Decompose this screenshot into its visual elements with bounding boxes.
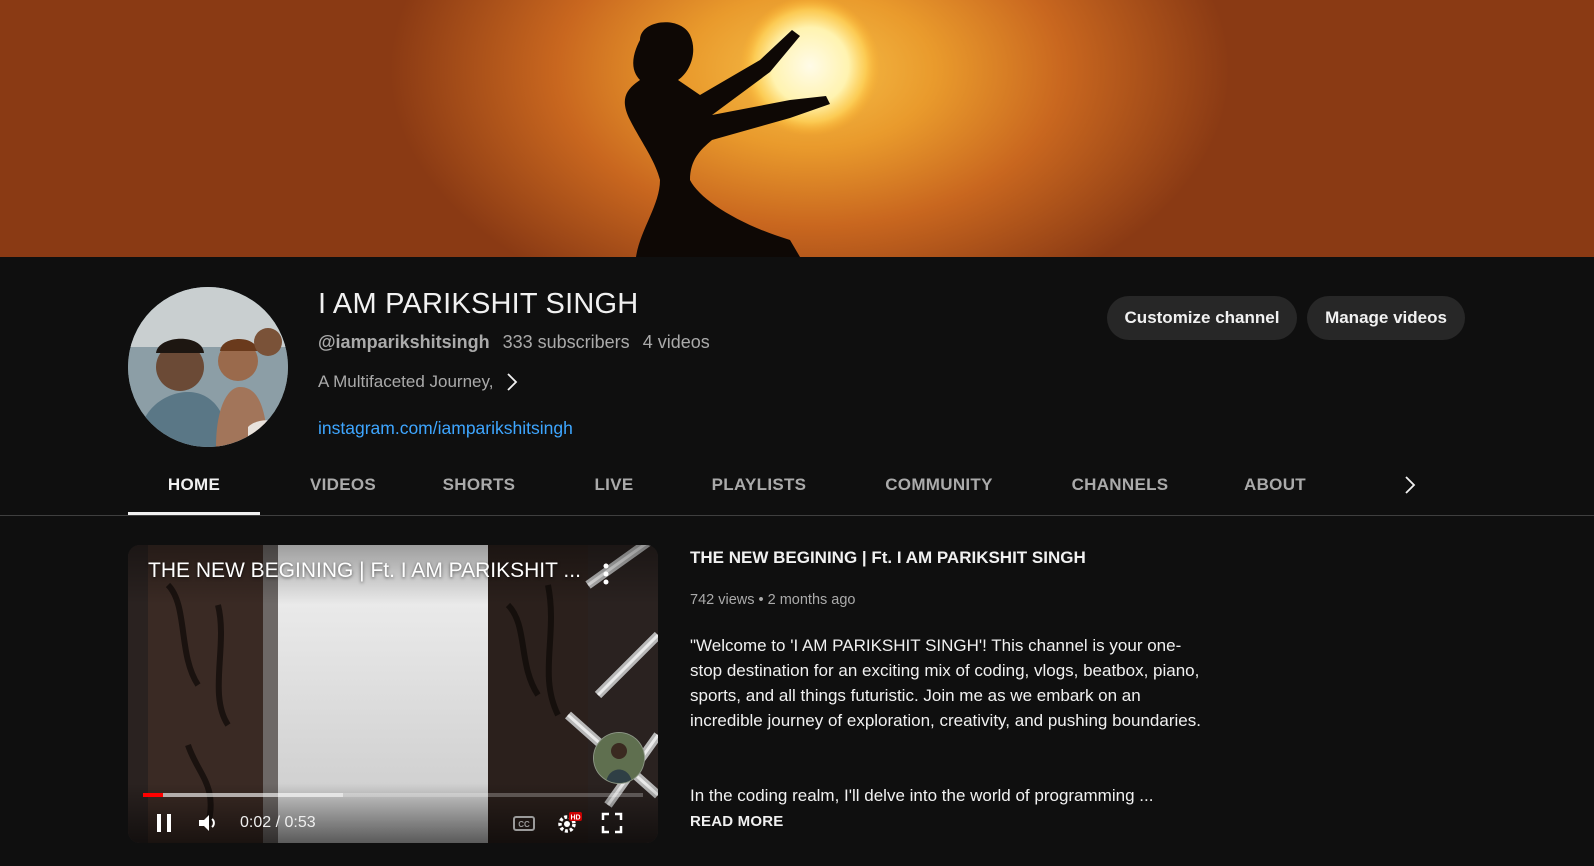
channel-handle: @iamparikshitsingh xyxy=(318,332,490,352)
tab-about[interactable]: ABOUT xyxy=(1220,455,1330,515)
video-count: 4 videos xyxy=(642,332,710,352)
customize-channel-button[interactable]: Customize channel xyxy=(1107,296,1297,340)
tagline-text: A Multifaceted Journey, xyxy=(318,372,494,391)
cc-label: CC xyxy=(518,820,530,829)
subscriber-count: 333 subscribers xyxy=(502,332,630,352)
hd-badge: HD xyxy=(570,815,580,822)
featured-video-title[interactable]: THE NEW BEGINING | Ft. I AM PARIKSHIT SI… xyxy=(690,548,1086,568)
fullscreen-icon[interactable] xyxy=(598,809,626,837)
volume-icon[interactable] xyxy=(194,809,222,837)
featured-video-player[interactable]: THE NEW BEGINING | Ft. I AM PARIKSHIT ..… xyxy=(128,545,658,843)
featured-video-stats: 742 views • 2 months ago xyxy=(690,592,856,608)
tab-live[interactable]: LIVE xyxy=(564,455,664,515)
channel-tagline[interactable]: A Multifaceted Journey, xyxy=(318,372,519,392)
player-controls: 0:02 / 0:53 CC HD xyxy=(128,803,658,843)
channel-link[interactable]: instagram.com/iamparikshitsingh xyxy=(318,418,573,439)
more-options-icon[interactable] xyxy=(598,561,614,587)
progress-played xyxy=(143,793,163,797)
tab-shorts[interactable]: SHORTS xyxy=(414,455,544,515)
channel-banner xyxy=(0,0,1594,257)
featured-video-description: "Welcome to 'I AM PARIKSHIT SINGH'! This… xyxy=(690,636,1201,730)
video-time: 0:02 / 0:53 xyxy=(240,814,316,831)
tab-videos[interactable]: VIDEOS xyxy=(288,455,398,515)
channel-avatar[interactable] xyxy=(128,287,288,447)
featured-video-description-more: In the coding realm, I'll delve into the… xyxy=(690,786,1154,805)
channel-tabs: HOME VIDEOS SHORTS LIVE PLAYLISTS COMMUN… xyxy=(128,455,1468,515)
tabs-scroll-right-icon[interactable] xyxy=(1398,473,1422,497)
player-overlay-title[interactable]: THE NEW BEGINING | Ft. I AM PARIKSHIT ..… xyxy=(148,559,581,583)
tabs-divider xyxy=(0,515,1594,516)
channel-meta: @iamparikshitsingh 333 subscribers 4 vid… xyxy=(318,332,718,353)
tab-home[interactable]: HOME xyxy=(128,455,260,515)
tab-channels[interactable]: CHANNELS xyxy=(1040,455,1200,515)
channel-watermark-avatar[interactable] xyxy=(593,732,645,784)
chevron-right-icon xyxy=(507,373,518,391)
pause-icon[interactable] xyxy=(150,809,178,837)
tab-playlists[interactable]: PLAYLISTS xyxy=(684,455,834,515)
closed-captions-icon[interactable]: CC xyxy=(510,809,538,837)
manage-videos-button[interactable]: Manage videos xyxy=(1307,296,1465,340)
settings-gear-icon[interactable]: HD xyxy=(554,809,582,837)
progress-buffered xyxy=(143,793,343,797)
channel-name: I AM PARIKSHIT SINGH xyxy=(318,288,639,320)
banner-silhouette-image xyxy=(624,0,880,257)
tab-community[interactable]: COMMUNITY xyxy=(854,455,1024,515)
video-progress-bar[interactable] xyxy=(143,793,643,797)
read-more-button[interactable]: READ MORE xyxy=(690,813,783,830)
video-frame-image xyxy=(128,545,658,843)
